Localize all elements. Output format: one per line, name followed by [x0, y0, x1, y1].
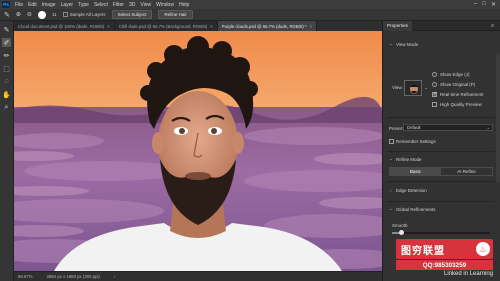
refine-hair-button[interactable]: Refine Hair: [158, 10, 193, 19]
view-label: View:: [392, 85, 403, 90]
tab-chill-dude[interactable]: Chill dude.psd @ 66.7% (Background, RGB/…: [114, 21, 218, 31]
view-mode-thumbnail[interactable]: [404, 80, 422, 96]
tab-purple-clouds[interactable]: Purple clouds.psd @ 66.7% (dude, RGB/8) …: [217, 21, 318, 31]
watermark-brand-text: 图穷联盟: [401, 245, 445, 257]
menu-view[interactable]: View: [140, 2, 151, 8]
show-edge-radio[interactable]: [432, 72, 437, 77]
document-canvas[interactable]: [14, 31, 382, 271]
refine-mode-toggle: Basic AI Refine: [389, 167, 493, 176]
panel-menu-icon[interactable]: ≡: [491, 23, 494, 29]
maximize-button[interactable]: □: [482, 1, 486, 8]
chevron-down-icon[interactable]: ⌄: [389, 41, 393, 47]
checkbox-icon: [62, 12, 68, 18]
chevron-down-icon[interactable]: ⌄: [389, 156, 393, 162]
ai-refine-mode-button[interactable]: AI Refine: [441, 168, 492, 175]
object-selection-tool-icon[interactable]: ⬚: [2, 64, 11, 73]
preset-select[interactable]: Default ⌄: [403, 124, 493, 131]
smooth-label: Smooth: [392, 223, 408, 228]
menu-select[interactable]: Select: [94, 2, 108, 8]
refine-edge-brush-icon[interactable]: ✐: [2, 38, 11, 47]
close-icon[interactable]: ×: [107, 24, 110, 29]
remember-settings-label: Remember Settings: [396, 139, 436, 144]
brush-mode-subtract-icon[interactable]: ⊖: [27, 11, 32, 18]
high-quality-preview-label: High Quality Preview: [440, 102, 482, 107]
brush-tool-icon[interactable]: ✏: [2, 51, 11, 60]
menu-file[interactable]: File: [15, 2, 23, 8]
menu-help[interactable]: Help: [179, 2, 189, 8]
status-bar: 66.67% 2884 px x 1980 px (300 ppi) ›: [14, 271, 382, 281]
global-refinements-heading: Global Refinements: [396, 207, 436, 212]
photoshop-logo: Ps: [2, 1, 10, 8]
menu-3d[interactable]: 3D: [129, 2, 135, 8]
toolbox: ✎ ✐ ✏ ⬚ ◌ ✋ ⌕: [0, 21, 14, 281]
brush-mode-icon[interactable]: ⊕: [16, 11, 21, 18]
view-mode-heading: View Mode: [396, 42, 419, 47]
brush-preview-icon[interactable]: [37, 10, 46, 19]
close-window-button[interactable]: ✕: [491, 1, 496, 8]
tab-label: Purple clouds.psd @ 66.7% (dude, RGB/8) …: [221, 23, 307, 29]
preset-value: Default: [407, 125, 421, 130]
menu-bar: Ps File Edit Image Layer Type Select Fil…: [0, 0, 500, 9]
high-quality-preview-checkbox[interactable]: [432, 102, 437, 107]
tab-properties[interactable]: Properties: [383, 20, 412, 31]
realtime-refinement-label: Real-time Refinement: [440, 92, 484, 97]
watermark-brand: 图穷联盟 ♨: [396, 239, 493, 259]
hand-tool-icon[interactable]: ✋: [2, 90, 11, 99]
divider: [387, 151, 495, 152]
sample-all-layers-label: Sample All Layers: [69, 11, 106, 17]
smooth-slider[interactable]: [392, 230, 490, 235]
edge-detection-heading: Edge Detection: [396, 188, 427, 193]
close-icon[interactable]: ×: [310, 24, 313, 29]
lasso-tool-icon[interactable]: ◌: [2, 77, 11, 86]
tab-label: Chill dude.psd @ 66.7% (Background, RGB/…: [118, 23, 208, 29]
tab-cloud-document[interactable]: Cloud document.psd @ 100% (dude, RGB/8) …: [14, 21, 115, 31]
menu-filter[interactable]: Filter: [113, 2, 124, 8]
linkedin-learning-logo: Linked in Learning: [444, 271, 494, 277]
status-arrow-icon[interactable]: ›: [114, 274, 115, 279]
menu-image[interactable]: Image: [42, 2, 56, 8]
canvas-image: [14, 31, 382, 271]
panel-scrollbar[interactable]: [496, 53, 500, 183]
divider: [387, 201, 495, 202]
menu-type[interactable]: Type: [78, 2, 89, 8]
minimize-button[interactable]: –: [474, 1, 477, 8]
chevron-down-icon: ⌄: [486, 125, 490, 130]
chevron-down-icon[interactable]: ⌄: [389, 206, 393, 212]
zoom-tool-icon[interactable]: ⌕: [2, 103, 11, 112]
brush-size-value[interactable]: 11: [52, 12, 57, 17]
flame-icon: ♨: [476, 242, 490, 256]
menu-layer[interactable]: Layer: [61, 2, 74, 8]
chevron-down-icon[interactable]: ⌄: [424, 85, 428, 91]
zoom-level[interactable]: 66.67%: [18, 274, 33, 279]
preset-label: Preset:: [389, 126, 404, 131]
chevron-right-icon[interactable]: ›: [390, 188, 392, 193]
basic-mode-button[interactable]: Basic: [390, 168, 441, 175]
realtime-refinement-checkbox[interactable]: [432, 91, 437, 97]
menu-window[interactable]: Window: [156, 2, 174, 8]
options-bar: ✎ ⊕ ⊖ 11 Sample All Layers Select Subjec…: [0, 9, 500, 21]
show-original-label: Show Original (P): [440, 82, 476, 87]
remember-settings-checkbox[interactable]: [389, 139, 394, 144]
document-size: 2884 px x 1980 px (300 ppi): [46, 274, 100, 279]
tab-label: Cloud document.psd @ 100% (dude, RGB/8): [18, 23, 105, 29]
divider: [387, 117, 495, 118]
window-controls: – □ ✕: [474, 1, 500, 8]
quick-selection-tool-icon[interactable]: ✎: [2, 25, 11, 34]
watermark-qq: QQ:985303259: [396, 260, 493, 270]
sample-all-layers-checkbox[interactable]: Sample All Layers: [62, 11, 106, 18]
document-tabs: Cloud document.psd @ 100% (dude, RGB/8) …: [14, 21, 382, 31]
divider: [387, 181, 495, 182]
show-edge-label: Show Edge (J): [440, 72, 470, 77]
view-thumbnail-image: [405, 81, 421, 95]
brush-tool-icon[interactable]: ✎: [4, 11, 10, 19]
smooth-slider-knob[interactable]: [399, 230, 405, 235]
panel-header: Properties ≡: [383, 20, 500, 31]
select-subject-button[interactable]: Select Subject: [111, 10, 153, 19]
refine-mode-heading: Refine Mode: [396, 157, 422, 162]
close-icon[interactable]: ×: [210, 24, 213, 29]
menu-edit[interactable]: Edit: [28, 2, 37, 8]
show-original-radio[interactable]: [432, 82, 437, 87]
